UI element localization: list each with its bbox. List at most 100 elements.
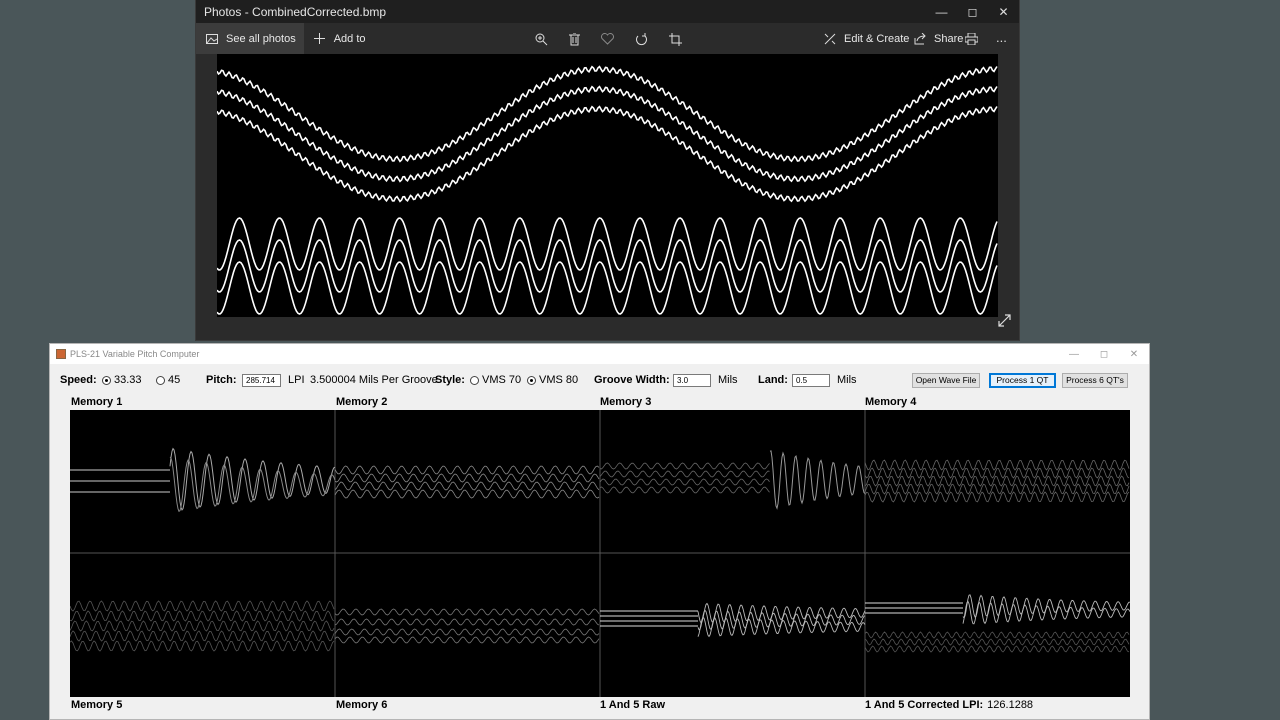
groove-trace <box>216 261 998 315</box>
trace <box>334 465 600 475</box>
pls-titlebar[interactable]: PLS-21 Variable Pitch Computer — ◻ ✕ <box>50 344 1149 364</box>
speed-45-radio[interactable]: 45 <box>156 371 180 389</box>
trace <box>962 594 1130 619</box>
more-icon[interactable]: ... <box>996 30 1007 45</box>
lpi-unit: LPI <box>288 374 305 386</box>
trace <box>334 481 600 491</box>
close-button[interactable]: ✕ <box>988 0 1019 23</box>
memory5-label: Memory 5 <box>71 699 123 711</box>
trace <box>334 608 600 616</box>
trace <box>334 473 600 483</box>
waveform-display <box>69 410 1131 697</box>
edit-icon <box>822 31 838 47</box>
photos-icon <box>204 31 220 47</box>
share-button[interactable]: Share <box>904 23 971 54</box>
trace <box>697 602 866 624</box>
style-label: Style: <box>435 374 465 386</box>
photos-titlebar[interactable]: Photos - CombinedCorrected.bmp — ◻ ✕ <box>196 0 1019 23</box>
edit-create-label: Edit & Create <box>844 32 910 45</box>
trace <box>599 486 770 494</box>
memory1-label: Memory 1 <box>71 396 123 408</box>
trace <box>599 478 770 486</box>
radio-selected-icon <box>527 375 536 385</box>
corrected-lpi-value: 126.1288 <box>987 699 1034 711</box>
groove-trace <box>216 85 998 183</box>
groove-width-label: Groove Width: <box>594 374 670 386</box>
trace <box>864 483 1130 495</box>
crop-icon[interactable] <box>667 31 683 47</box>
plus-icon <box>312 31 328 47</box>
memory6-label: Memory 6 <box>336 699 388 711</box>
trace <box>334 628 600 636</box>
share-label: Share <box>934 32 964 45</box>
trace <box>69 600 335 612</box>
trace <box>334 618 600 626</box>
minimize-button[interactable]: — <box>1059 344 1089 364</box>
edit-create-button[interactable]: Edit & Create <box>814 23 917 54</box>
zoom-icon[interactable] <box>533 31 549 47</box>
open-wave-file-button[interactable]: Open Wave File <box>912 372 980 388</box>
memory4-label: Memory 4 <box>865 396 917 408</box>
pls-title: PLS-21 Variable Pitch Computer <box>70 349 200 359</box>
groove-trace <box>216 239 998 293</box>
speed-33-radio[interactable]: 33.33 <box>102 371 142 389</box>
trace <box>864 631 1130 639</box>
process-1qt-button[interactable]: Process 1 QT <box>989 372 1056 388</box>
land-unit: Mils <box>837 374 857 386</box>
corrected-lpi-label: 1 And 5 Corrected LPI: <box>865 699 984 711</box>
photo-image <box>216 54 998 317</box>
radio-icon <box>470 375 479 385</box>
add-to-label: Add to <box>333 32 366 45</box>
groove-trace <box>216 105 998 203</box>
groove-width-input[interactable]: 3.0 <box>673 373 711 387</box>
heart-icon[interactable] <box>599 31 615 47</box>
trace <box>962 600 1131 625</box>
pitch-input[interactable]: 285.714 <box>242 373 281 387</box>
add-to-button[interactable]: Add to <box>304 23 374 54</box>
speed-45-label: 45 <box>168 374 181 386</box>
land-input[interactable]: 0.5 <box>792 373 830 387</box>
style-vms80-radio[interactable]: VMS 80 <box>527 371 578 389</box>
radio-icon <box>156 375 165 385</box>
raw-label: 1 And 5 Raw <box>600 699 665 711</box>
minimize-button[interactable]: — <box>926 0 957 23</box>
speed-label: Speed: <box>60 374 97 386</box>
trace <box>599 462 770 470</box>
process-6qt-button[interactable]: Process 6 QT's <box>1062 372 1128 388</box>
photos-toolbar: See all photos Add to Edit & Create Shar… <box>196 23 1019 54</box>
radio-selected-icon <box>102 375 111 385</box>
photos-title: Photos - CombinedCorrected.bmp <box>204 4 387 19</box>
print-icon[interactable] <box>963 31 979 47</box>
memory3-label: Memory 3 <box>600 396 652 408</box>
trace <box>599 470 770 478</box>
pitch-label: Pitch: <box>206 374 237 386</box>
rotate-icon[interactable] <box>633 31 649 47</box>
speed-33-label: 33.33 <box>114 374 142 386</box>
app-icon <box>56 349 66 359</box>
vms70-label: VMS 70 <box>482 374 522 386</box>
controls-row: Speed: 33.33 45 Pitch: 285.714 LPI 3.500… <box>50 371 1149 389</box>
trace <box>69 620 335 632</box>
vms80-label: VMS 80 <box>539 374 579 386</box>
trace <box>69 640 335 652</box>
groove-width-unit: Mils <box>718 374 738 386</box>
expand-icon[interactable] <box>998 314 1011 332</box>
maximize-button[interactable]: ◻ <box>1089 344 1119 364</box>
trace <box>769 450 866 510</box>
trace <box>69 630 335 642</box>
trace <box>864 638 1130 646</box>
share-icon <box>912 31 928 47</box>
trace <box>169 456 336 513</box>
style-vms70-radio[interactable]: VMS 70 <box>470 371 521 389</box>
see-all-photos-label: See all photos <box>226 32 296 45</box>
corrected-lpi-readout: 1 And 5 Corrected LPI: 126.1288 <box>865 699 1033 711</box>
land-label: Land: <box>758 374 788 386</box>
delete-icon[interactable] <box>566 31 582 47</box>
maximize-button[interactable]: ◻ <box>957 0 988 23</box>
trace <box>864 645 1130 653</box>
photos-window: Photos - CombinedCorrected.bmp — ◻ ✕ See… <box>196 0 1019 340</box>
see-all-photos-button[interactable]: See all photos <box>196 23 304 54</box>
mils-per-groove: 3.500004 Mils Per Groove <box>310 374 438 386</box>
trace <box>334 636 600 644</box>
close-button[interactable]: ✕ <box>1119 344 1149 364</box>
